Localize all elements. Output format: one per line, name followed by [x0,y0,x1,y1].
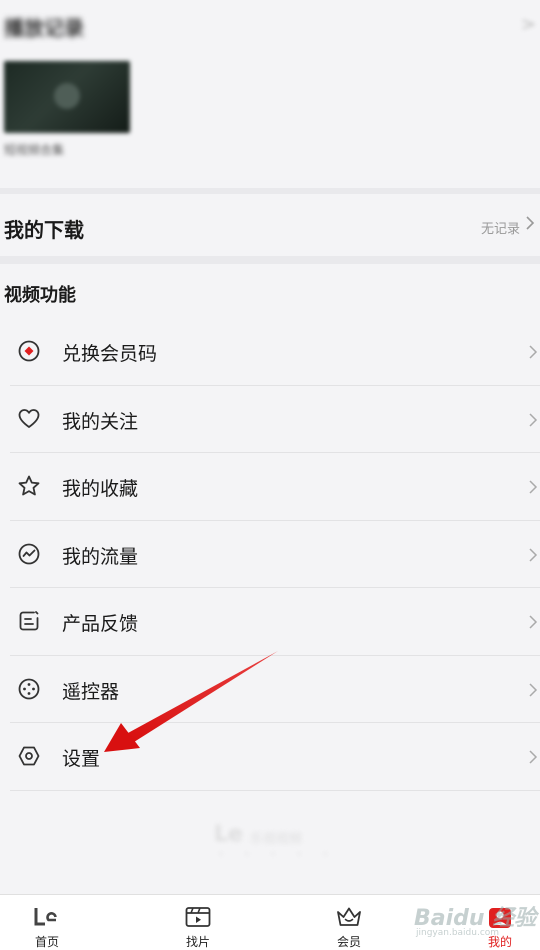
chevron-right-icon [529,750,538,764]
menu-item-label: 我的流量 [62,545,139,568]
tab-find-videos[interactable]: 找片 [158,895,238,950]
history-thumbnail[interactable] [4,61,130,133]
menu-item-label: 我的关注 [62,410,139,433]
menu-item-label: 设置 [62,748,101,770]
le-logo-icon [34,908,57,926]
watch-history-title: 播放记录 [4,16,84,40]
my-downloads-status: 无记录 [480,222,520,237]
menu-item-label: 我的收藏 [62,478,139,500]
menu-item-remote-control[interactable]: 遥控器 [10,656,540,723]
chevron-right-icon [529,480,538,494]
chevron-right-icon [529,547,538,562]
chevron-right-icon [529,615,538,629]
tab-label: 会员 [336,935,361,949]
watermark-logo: Baidu 经验 jingyan.baidu.com [414,898,540,944]
clapperboard-icon [185,907,211,927]
settings-icon [18,746,40,766]
my-downloads-row[interactable]: 我的下载 无记录 [0,194,540,256]
watch-history-more[interactable]: > [521,14,536,35]
chevron-right-icon [529,412,538,427]
menu-item-feedback[interactable]: 产品反馈 [10,588,540,656]
footer-logo-dots: • • • • • [218,850,337,860]
menu-item-my-favorites[interactable]: 我的收藏 [10,453,540,521]
menu-item-label: 兑换会员码 [62,343,158,365]
menu-item-my-traffic[interactable]: 我的流量 [10,521,540,588]
crown-icon [337,907,361,926]
chevron-right-icon [529,682,538,697]
history-thumbnail-caption: 短视频合集 [4,143,65,157]
chevron-right-icon [526,216,535,230]
traffic-icon [18,543,40,564]
menu-item-label: 产品反馈 [62,613,139,635]
footer-logo-main: Le [214,822,243,847]
menu-item-label: 遥控器 [62,680,120,703]
chevron-right-icon [529,345,538,359]
video-features-title: 视频功能 [4,285,76,306]
video-features-menu: 兑换会员码 我的关注 我的收藏 我的流量 产品反馈 遥控器 设置 [10,318,540,791]
menu-item-settings[interactable]: 设置 [10,723,540,791]
my-downloads-title: 我的下载 [4,218,84,242]
section-divider [0,256,540,264]
remote-icon [18,678,40,699]
tab-label: 首页 [34,935,59,949]
star-icon [18,475,40,496]
tab-vip[interactable]: 会员 [309,895,389,950]
feedback-icon [19,611,39,631]
watermark-sub: jingyan.baidu.com [416,928,500,938]
tab-home[interactable]: 首页 [7,895,87,950]
footer-brand-logo: Le 乐视视频 • • • • • [214,820,338,860]
redeem-icon [18,340,40,362]
tab-label: 找片 [185,935,210,949]
watch-history-section: 播放记录 > 短视频合集 [0,0,540,188]
heart-icon [18,408,40,428]
menu-item-redeem-code[interactable]: 兑换会员码 [10,318,540,386]
menu-item-my-follows[interactable]: 我的关注 [10,386,540,453]
footer-logo-sub: 乐视视频 [250,832,303,847]
